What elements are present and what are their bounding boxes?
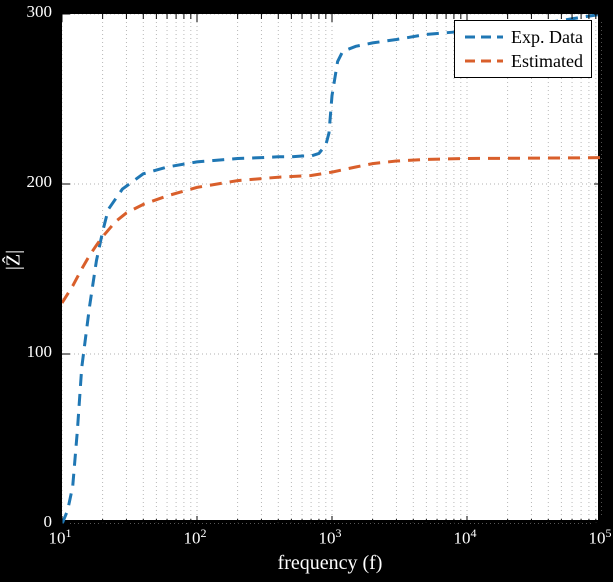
y-axis-label: |Ẑ| xyxy=(3,250,26,270)
legend-label-exp-data: Exp. Data xyxy=(511,27,583,48)
legend-swatch-estimated xyxy=(463,50,505,72)
y-tick-label: 100 xyxy=(12,342,52,362)
x-tick-label: 103 xyxy=(319,526,342,549)
chart-container: Exp. Data Estimated 101102103104105 0100… xyxy=(0,0,613,582)
x-tick-label: 105 xyxy=(589,526,612,549)
y-tick-label: 200 xyxy=(12,172,52,192)
legend-label-estimated: Estimated xyxy=(511,51,583,72)
x-axis-label: frequency (f) xyxy=(60,552,600,575)
legend-item-estimated: Estimated xyxy=(463,49,583,73)
legend: Exp. Data Estimated xyxy=(454,20,592,78)
plot-panel: Exp. Data Estimated xyxy=(60,12,600,522)
legend-item-exp-data: Exp. Data xyxy=(463,25,583,49)
legend-swatch-exp-data xyxy=(463,26,505,48)
plot-svg xyxy=(62,14,602,524)
y-tick-label: 0 xyxy=(12,512,52,532)
grid xyxy=(62,14,602,524)
y-tick-label: 300 xyxy=(12,2,52,22)
x-tick-label: 102 xyxy=(184,526,207,549)
x-tick-label: 104 xyxy=(454,526,477,549)
